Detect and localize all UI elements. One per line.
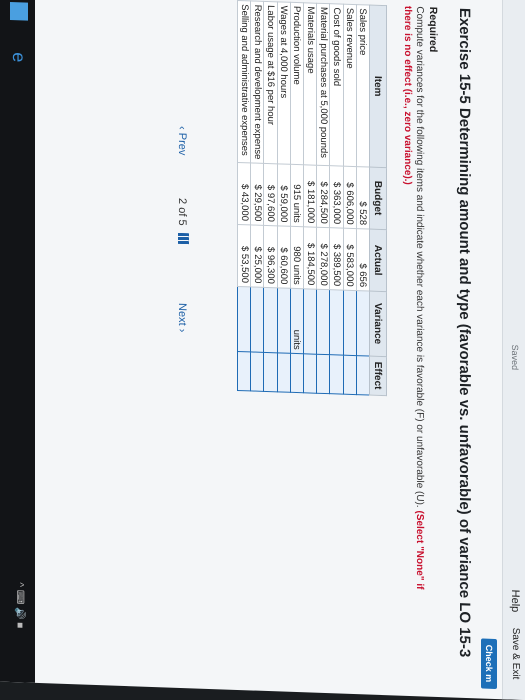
variance-input[interactable] [356,290,370,356]
row-item: Cost of goods sold [329,3,344,166]
variance-table: Item Budget Actual Variance Effect Sales… [237,0,387,396]
row-item: Sales price [356,4,370,167]
row-budget: $ 29,500 [250,162,264,226]
row-actual: $ 583,000 [343,227,357,291]
row-actual: $ 60,600 [277,225,291,289]
row-budget: $ 59,000 [277,163,291,227]
edge-browser-icon[interactable]: e [8,52,29,63]
effect-select[interactable] [343,354,357,395]
instructions-note: (Select "None" if [414,510,425,590]
variance-input[interactable] [303,288,317,354]
row-actual: $ 96,300 [264,225,278,288]
effect-select[interactable] [303,353,317,393]
variance-input[interactable] [329,289,344,355]
effect-select[interactable] [329,354,344,394]
row-actual: $ 389,500 [329,227,344,290]
row-item: Labor usage at $16 per hour [264,1,278,164]
row-item: Production volume [290,2,304,165]
required-label: Required [427,6,439,53]
page-title: Exercise 15-5 Determining amount and typ… [456,7,473,658]
row-budget: 915 units [290,164,304,227]
variance-input[interactable]: units [290,288,304,354]
variance-input[interactable] [264,287,278,353]
system-tray: ^ ⌨ 🔊 ■ [14,582,25,629]
col-actual: Actual [369,228,387,292]
col-item: Item [369,5,387,168]
row-actual: $ 25,000 [250,224,264,288]
save-exit-button[interactable]: Save & Exit [510,627,521,679]
row-actual: $ 278,000 [316,226,330,290]
row-actual: 980 units [290,226,304,289]
row-budget: $ 284,500 [316,164,330,228]
instructions: Compute variances for the following item… [414,6,425,589]
table-row: Wages at 4,000 hours $ 59,000 $ 60,600 [277,1,291,393]
table-row: Labor usage at $16 per hour $ 97,600 $ 96,… [264,1,278,392]
table-row: Selling and administrative expenses $ 43,… [237,0,251,391]
variance-input[interactable] [343,289,357,356]
row-item: Wages at 4,000 hours [277,1,291,165]
table-row: Sales revenue $ 606,000 $ 583,000 [343,4,357,395]
effect-select[interactable] [290,353,304,393]
table-row: Research and development expense $ 29,500… [250,0,264,392]
table-header-row: Item Budget Actual Variance Effect [369,5,387,396]
variance-input[interactable] [250,286,264,353]
row-budget: $ 606,000 [343,165,357,229]
browser-screen: Saved Help Save & Exit Check m Exercise … [0,0,525,700]
effect-select[interactable] [277,352,291,393]
photo-frame: Saved Help Save & Exit Check m Exercise … [0,0,525,700]
row-budget: $ 363,000 [329,165,344,228]
effect-select[interactable] [356,355,370,395]
top-bar: Saved Help Save & Exit [502,0,525,700]
row-budget: $ 528 [356,166,370,229]
effect-select[interactable] [264,352,278,392]
table-row: Material purchases at 5,000 pounds $ 284,… [316,3,330,394]
row-actual: $ 656 [356,228,370,291]
effect-select[interactable] [316,353,330,394]
row-item: Selling and administrative expenses [237,0,251,163]
table-row: Cost of goods sold $ 363,000 $ 389,500 [329,3,344,394]
row-budget: $ 97,600 [264,163,278,226]
windows-start-icon[interactable] [10,2,28,21]
taskbar [0,0,35,683]
col-budget: Budget [369,166,387,230]
instructions-text: Compute variances for the following item… [414,6,425,508]
row-budget: $ 43,000 [237,162,251,225]
row-item: Materials usage [303,2,317,165]
help-link[interactable]: Help [509,589,521,612]
row-actual: $ 53,500 [237,224,251,287]
instructions-note-2: there is no effect (i.e., zero variance)… [402,5,413,186]
col-variance: Variance [369,290,387,357]
row-item: Material purchases at 5,000 pounds [316,3,330,166]
row-item: Research and development expense [250,0,264,164]
variance-input[interactable] [316,288,330,355]
row-actual: $ 184,500 [303,226,317,289]
table-row: Production volume 915 units 980 units units [290,2,304,393]
next-button[interactable]: Next › [176,303,188,333]
saved-indicator: Saved [510,344,520,371]
col-effect: Effect [369,355,387,396]
grid-icon[interactable] [178,232,189,245]
effect-select[interactable] [237,351,251,391]
row-budget: $ 181,000 [303,164,317,227]
page-indicator: 2 of 5 [176,197,188,226]
check-my-work-button[interactable]: Check m [481,638,497,689]
prev-button[interactable]: ‹ Prev [176,126,188,156]
row-item: Sales revenue [343,4,357,167]
table-row: Materials usage $ 181,000 $ 184,500 [303,2,317,393]
effect-select[interactable] [250,351,264,392]
variance-input[interactable] [237,286,251,352]
variance-input[interactable] [277,287,291,354]
table-row: Sales price $ 528 $ 656 [356,4,370,395]
